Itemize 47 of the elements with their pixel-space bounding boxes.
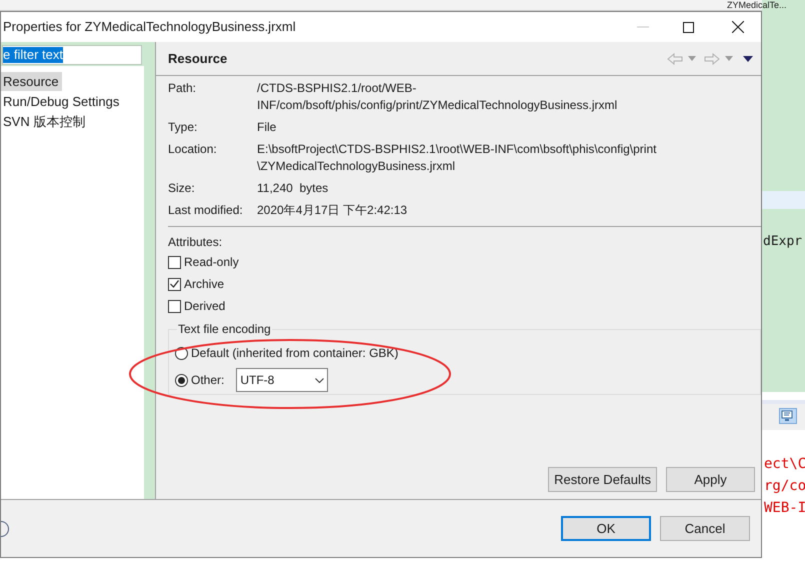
page-button[interactable]: Apply: [666, 467, 755, 492]
help-icon[interactable]: [1, 520, 9, 538]
encoding-select[interactable]: UTF-8: [236, 368, 328, 392]
console-line: WEB-I: [764, 499, 805, 518]
editor-tab[interactable]: ZYMedicalTe...: [727, 0, 787, 11]
attributes-label: Attributes:: [168, 234, 224, 251]
property-label: Type:: [168, 119, 198, 136]
property-value: E:\bsoftProject\CTDS-BSPHIS2.1\root\WEB-INF\com\bsoft\phis\config\print: [257, 141, 656, 158]
checkbox-label[interactable]: Archive: [184, 275, 224, 293]
nav-item[interactable]: SVN 版本控制: [1, 112, 88, 130]
page-button[interactable]: Restore Defaults: [548, 467, 657, 492]
checkbox[interactable]: [168, 256, 181, 268]
group-label: Text file encoding: [177, 321, 272, 337]
checkbox-label[interactable]: Derived: [184, 297, 226, 315]
close-icon[interactable]: [732, 21, 744, 33]
console-line: ect\C: [764, 455, 805, 474]
filter-field[interactable]: e filter text: [1, 42, 144, 66]
property-label: Path:: [168, 80, 198, 97]
property-value: 11,240 bytes: [257, 180, 328, 197]
nav-item[interactable]: Resource: [1, 72, 62, 90]
dialog-button[interactable]: OK: [561, 516, 651, 541]
maximize-icon[interactable]: [683, 22, 694, 32]
chevron-down-icon: [315, 378, 324, 382]
window-title: Properties for ZYMedicalTechnologyBusiness.jrxml: [2, 18, 296, 36]
property-label: Location:: [168, 141, 218, 158]
checkmark-icon: [170, 280, 179, 288]
property-value: 2020年4月17日 下午2:42:13: [257, 202, 408, 219]
radio-button[interactable]: [175, 374, 188, 386]
radio-label[interactable]: Other:: [191, 371, 224, 389]
filter-text: e filter text: [3, 47, 63, 63]
editor-text: dExpr: [763, 233, 802, 251]
property-value: INF/com/bsoft/phis/config/print/ZYMedicalTechnologyBusiness.jrxml: [257, 97, 618, 114]
property-value: \ZYMedicalTechnologyBusiness.jrxml: [257, 158, 456, 175]
console-icon[interactable]: [779, 408, 797, 424]
property-label: Last modified:: [168, 202, 244, 219]
checkbox[interactable]: [168, 300, 181, 312]
nav-item[interactable]: Run/Debug Settings: [1, 92, 122, 110]
property-value: File: [257, 119, 276, 136]
dialog-button[interactable]: Cancel: [660, 516, 750, 541]
console-line: rg/co: [764, 477, 805, 496]
property-label: Size:: [168, 180, 196, 197]
property-value: /CTDS-BSPHIS2.1/root/WEB-: [257, 80, 418, 97]
radio-label[interactable]: Default (inherited from container: GBK): [191, 344, 398, 362]
menu-caret-icon[interactable]: [743, 56, 753, 62]
checkbox[interactable]: [168, 278, 181, 290]
page-title: Resource: [168, 50, 228, 68]
checkbox-label[interactable]: Read-only: [184, 253, 239, 271]
